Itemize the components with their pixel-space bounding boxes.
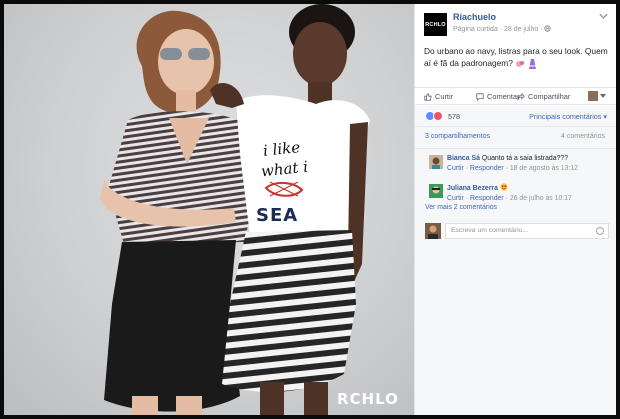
comment-time[interactable]: 18 de agosto às 13:12 (510, 165, 578, 172)
reaction-icons[interactable] (425, 111, 443, 121)
post-meta-text: Página curtida · 28 de julho · (453, 26, 543, 33)
comment-like-link[interactable]: Curtir (447, 165, 464, 172)
avatar[interactable] (429, 184, 443, 198)
photo-illustration (100, 4, 370, 415)
chevron-down-icon[interactable] (599, 13, 608, 20)
comment-composer: Escreva um comentário... (425, 222, 609, 240)
engagement-counts: 3 compartilhamentos 4 comentários (415, 127, 616, 149)
comment-button[interactable]: Comentar (476, 92, 519, 101)
page-avatar[interactable]: RCHLO (424, 13, 447, 36)
avatar (588, 91, 598, 101)
photo-watermark: RCHLO (337, 390, 399, 408)
post-side-panel: RCHLO Riachuelo Página curtida · 28 de j… (414, 4, 616, 415)
reactions-row: 578 Principais comentários ▾ (415, 106, 616, 127)
post-viewer: i like what i SEA RCHLO RCHLO Riachuelo … (4, 4, 616, 415)
comment-time[interactable]: 26 de julho às 10:17 (510, 195, 572, 202)
shares-link[interactable]: 3 compartilhamentos (425, 133, 490, 140)
page-name-link[interactable]: Riachuelo (453, 12, 496, 22)
post-header: RCHLO Riachuelo Página curtida · 28 de j… (415, 4, 616, 88)
shirt-text-line3: SEA (256, 205, 299, 226)
comment-reply-link[interactable]: Responder (470, 195, 504, 202)
comment-author[interactable]: Bianca Sá (447, 155, 480, 162)
comment-item: Juliana Bezerra Curtir · Responder · 26 … (415, 178, 616, 207)
comment-like-link[interactable]: Curtir (447, 195, 464, 202)
avatar[interactable] (429, 155, 443, 169)
caret-down-icon (600, 94, 606, 98)
reaction-count[interactable]: 578 (448, 112, 460, 121)
comment-author[interactable]: Juliana Bezerra (447, 185, 498, 192)
view-more-comments-link[interactable]: Ver mais 2 comentários (425, 204, 497, 211)
share-button[interactable]: Compartilhar (517, 92, 570, 101)
comment-text: Quanto tá a saia listrada??? (481, 155, 569, 162)
love-reaction-icon (433, 111, 443, 121)
comment-reply-link[interactable]: Responder (470, 165, 504, 172)
ribbon-emoji-icon (516, 60, 525, 67)
comment-body: Juliana Bezerra Curtir · Responder · 26 … (447, 183, 572, 202)
share-icon (517, 92, 525, 100)
comment-input[interactable]: Escreva um comentário... (445, 223, 609, 239)
post-as-selector[interactable] (588, 91, 606, 101)
camera-icon[interactable] (596, 227, 604, 235)
comments-count[interactable]: 4 comentários (561, 133, 605, 140)
comment-item: Bianca Sá Quanto tá a saia listrada??? C… (415, 149, 616, 178)
post-meta: Página curtida · 28 de julho · (453, 25, 552, 33)
comment-sort-dropdown[interactable]: Principais comentários ▾ (529, 112, 607, 121)
avatar (425, 223, 441, 239)
post-photo[interactable]: i like what i SEA RCHLO (4, 4, 414, 415)
comment-input-placeholder: Escreva um comentário... (451, 227, 529, 234)
dress-emoji-icon (528, 58, 536, 69)
comment-label: Comentar (487, 92, 520, 101)
globe-icon (544, 25, 552, 32)
post-text: Do urbano ao navy, listras para o seu lo… (424, 45, 610, 69)
heart-eyes-emoji-icon (500, 183, 508, 191)
like-button[interactable]: Curtir (424, 92, 453, 101)
like-label: Curtir (435, 92, 454, 101)
post-actions-bar: Curtir Comentar Compartilhar (415, 88, 616, 105)
thumbs-up-icon (424, 92, 432, 101)
shirt-text-line1: i like (262, 138, 301, 160)
comment-body: Bianca Sá Quanto tá a saia listrada??? C… (447, 155, 579, 172)
share-label: Compartilhar (528, 92, 571, 101)
comment-icon (476, 92, 484, 101)
comments-section: 578 Principais comentários ▾ 3 compartil… (415, 106, 616, 415)
